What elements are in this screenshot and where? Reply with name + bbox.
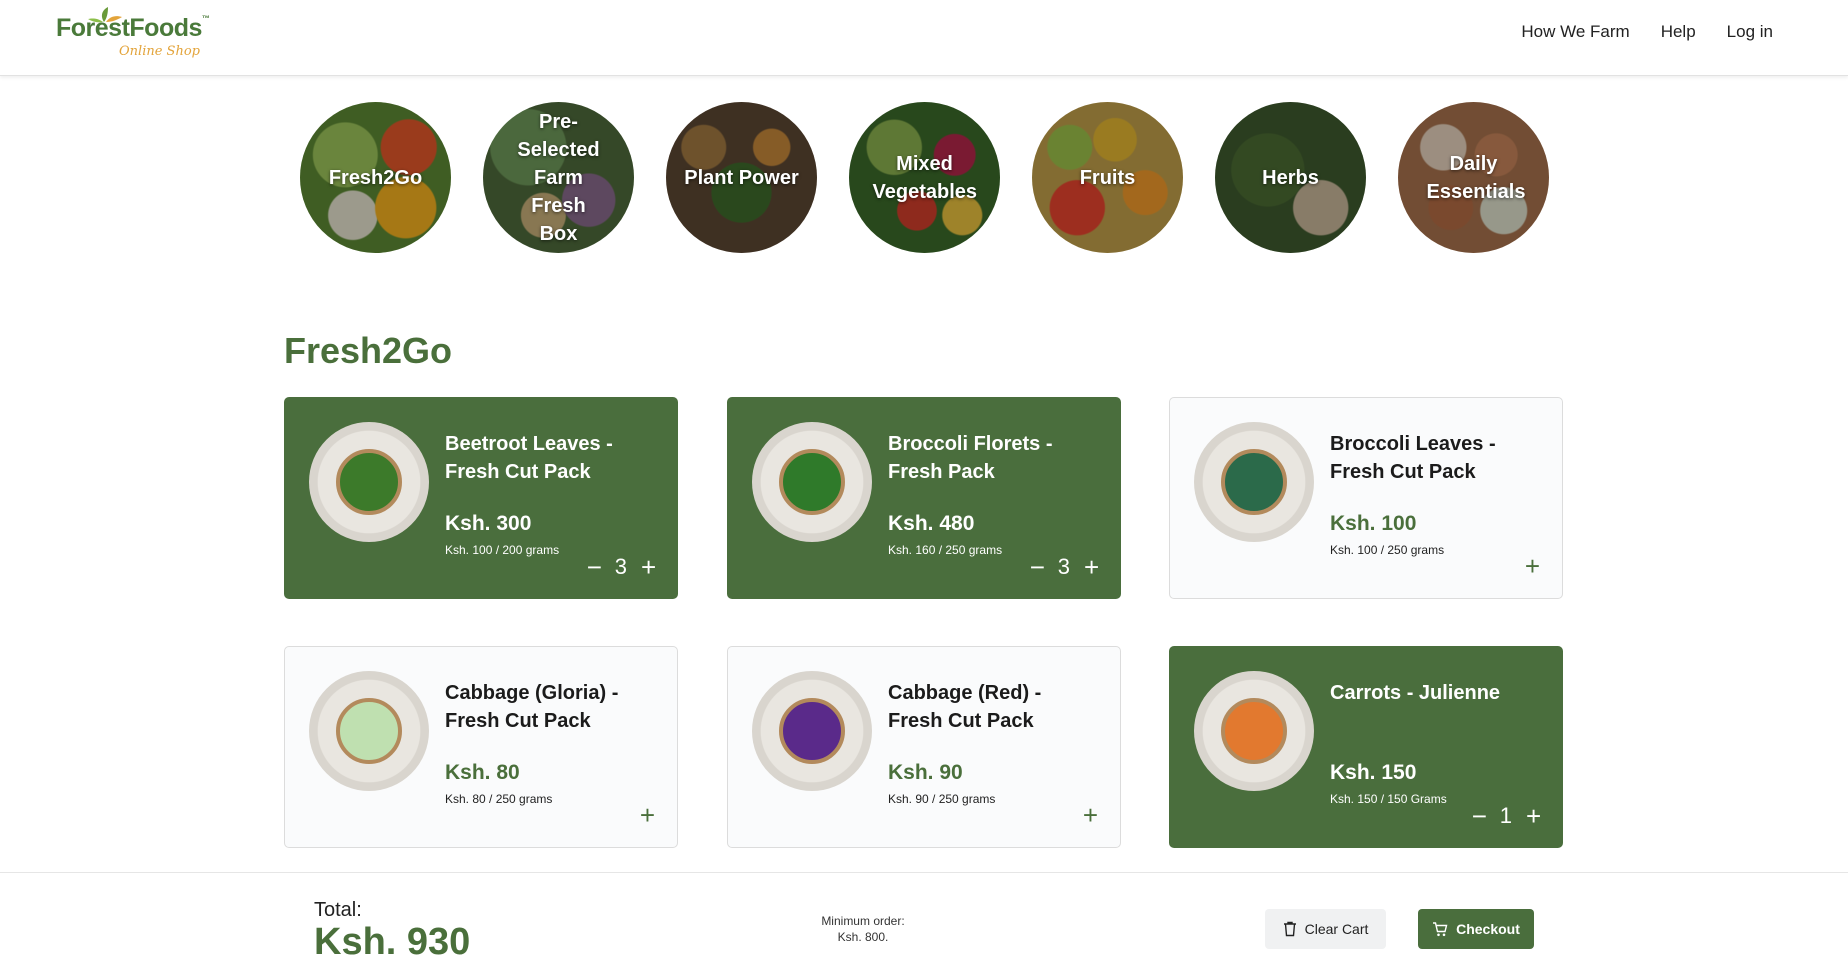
minimum-order-note: Minimum order: Ksh. 800. (800, 913, 926, 945)
clear-cart-label: Clear Cart (1304, 921, 1369, 937)
product-unit-price: Ksh. 90 / 250 grams (888, 792, 996, 806)
category-label: Fruits (1079, 166, 1136, 189)
add-to-cart-button[interactable]: + (640, 802, 655, 828)
nav-log-in[interactable]: Log in (1727, 22, 1773, 42)
product-card[interactable]: Cabbage (Gloria) - Fresh Cut Pack Ksh. 8… (284, 646, 678, 848)
product-bowl (1221, 449, 1287, 515)
product-image (752, 422, 872, 542)
category-herbs[interactable]: Herbs (1215, 102, 1366, 253)
minimum-order-label: Minimum order: (821, 914, 905, 928)
product-bowl (336, 698, 402, 764)
clear-cart-button[interactable]: Clear Cart (1265, 909, 1386, 949)
category-mixed-vegetables[interactable]: Mixed Vegetables (849, 102, 1000, 253)
product-card[interactable]: Broccoli Leaves - Fresh Cut Pack Ksh. 10… (1169, 397, 1563, 599)
product-price: Ksh. 80 (445, 761, 520, 784)
checkout-button[interactable]: Checkout (1418, 909, 1534, 949)
product-image (1194, 422, 1314, 542)
category-label: Pre-Selected Farm Fresh Box (517, 110, 600, 245)
checkout-label: Checkout (1456, 921, 1520, 937)
category-daily-essentials[interactable]: Daily Essentials (1398, 102, 1549, 253)
quantity-stepper: − 3 + (1030, 554, 1099, 580)
increase-button[interactable]: + (1526, 803, 1541, 829)
nav-how-we-farm[interactable]: How We Farm (1521, 22, 1629, 42)
trash-icon (1283, 921, 1296, 937)
category-label: Fresh2Go (328, 166, 423, 189)
product-unit-price: Ksh. 100 / 250 grams (1330, 543, 1445, 557)
product-price: Ksh. 150 (1330, 761, 1417, 784)
product-name: Beetroot Leaves - Fresh Cut Pack (445, 433, 613, 483)
product-name: Carrots - Julienne (1330, 682, 1501, 704)
product-card[interactable]: Cabbage (Red) - Fresh Cut Pack Ksh. 90 K… (727, 646, 1121, 848)
decrease-button[interactable]: − (1030, 554, 1045, 580)
product-image (1194, 671, 1314, 791)
total-label: Total: (314, 899, 362, 921)
product-price: Ksh. 480 (888, 512, 975, 535)
product-image (752, 671, 872, 791)
quantity-stepper: − 3 + (587, 554, 656, 580)
category-label: Daily Essentials (1426, 152, 1526, 203)
product-image (309, 422, 429, 542)
forestfoods-logo[interactable]: ForestFoods™ Online Shop (56, 6, 210, 66)
category-plant-power[interactable]: Plant Power (666, 102, 817, 253)
increase-button[interactable]: + (641, 554, 656, 580)
product-name: Cabbage (Red) - Fresh Cut Pack (888, 682, 1042, 732)
product-card[interactable]: Broccoli Florets - Fresh Pack Ksh. 480 K… (727, 397, 1121, 599)
increase-button[interactable]: + (1084, 554, 1099, 580)
add-to-cart-button[interactable]: + (1525, 553, 1540, 579)
product-name: Broccoli Florets - Fresh Pack (888, 433, 1053, 483)
minimum-order-value: Ksh. 800. (837, 930, 889, 944)
quantity-value: 3 (614, 554, 627, 579)
product-bowl (1221, 698, 1287, 764)
product-card[interactable]: Carrots - Julienne Ksh. 150 Ksh. 150 / 1… (1169, 646, 1563, 848)
decrease-button[interactable]: − (1472, 803, 1487, 829)
product-bowl (779, 449, 845, 515)
product-unit-price: Ksh. 80 / 250 grams (445, 792, 553, 806)
product-name: Broccoli Leaves - Fresh Cut Pack (1330, 433, 1496, 483)
category-farm-fresh-box[interactable]: Pre-Selected Farm Fresh Box (483, 102, 634, 253)
category-label: Herbs (1262, 166, 1319, 189)
section-title: Fresh2Go (284, 330, 453, 371)
category-carousel: Fresh2Go Pre-Selected Farm Fresh Box Pla… (300, 102, 1549, 253)
product-unit-price: Ksh. 100 / 200 grams (445, 543, 560, 557)
product-bowl (779, 698, 845, 764)
product-unit-price: Ksh. 160 / 250 grams (888, 543, 1003, 557)
category-label: Mixed Vegetables (872, 152, 978, 203)
product-bowl (336, 449, 402, 515)
cart-icon (1433, 921, 1448, 936)
product-card[interactable]: Beetroot Leaves - Fresh Cut Pack Ksh. 30… (284, 397, 678, 599)
decrease-button[interactable]: − (587, 554, 602, 580)
brand-name: ForestFoods™ (56, 14, 210, 42)
brand-tagline: Online Shop (119, 44, 200, 59)
product-image (309, 671, 429, 791)
total-value: Ksh. 930 (314, 921, 471, 963)
quantity-stepper: − 1 + (1472, 803, 1541, 829)
cart-footer: Total: Ksh. 930 Minimum order: Ksh. 800.… (0, 872, 1848, 979)
main-nav: How We Farm Help Log in (1521, 22, 1773, 42)
quantity-value: 3 (1057, 554, 1070, 579)
product-unit-price: Ksh. 150 / 150 Grams (1330, 792, 1447, 806)
product-price: Ksh. 90 (888, 761, 963, 784)
category-fresh2go[interactable]: Fresh2Go (300, 102, 451, 253)
product-price: Ksh. 100 (1330, 512, 1417, 535)
quantity-value: 1 (1499, 803, 1512, 828)
category-fruits[interactable]: Fruits (1032, 102, 1183, 253)
category-label: Plant Power (684, 166, 799, 189)
product-name: Cabbage (Gloria) - Fresh Cut Pack (445, 682, 619, 732)
product-price: Ksh. 300 (445, 512, 532, 535)
nav-help[interactable]: Help (1661, 22, 1696, 42)
add-to-cart-button[interactable]: + (1083, 802, 1098, 828)
top-navbar: ForestFoods™ Online Shop How We Farm Hel… (0, 0, 1848, 76)
